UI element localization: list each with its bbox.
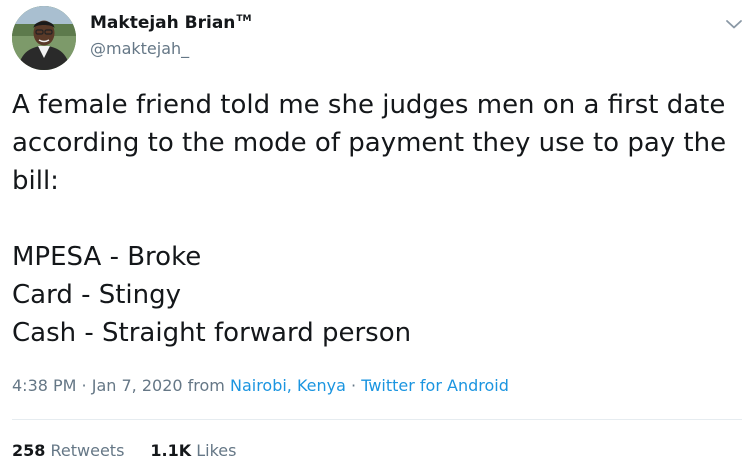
retweets-count: 258 — [12, 441, 46, 460]
tweet-source-link[interactable]: Twitter for Android — [361, 376, 509, 395]
meta-separator: · — [76, 376, 92, 395]
likes-count: 1.1K — [150, 441, 192, 460]
tweet-card: Maktejah BrianTM @maktejah_ A female fri… — [0, 0, 754, 469]
author-name-text: Maktejah Brian — [90, 13, 236, 33]
tweet-text: A female friend told me she judges men o… — [12, 90, 727, 348]
tweet-stats: 258 Retweets 1.1K Likes — [12, 441, 236, 460]
avatar-image — [12, 6, 76, 70]
retweets-label: Retweets — [50, 441, 125, 460]
divider — [12, 419, 742, 420]
likes-stat[interactable]: 1.1K Likes — [150, 441, 236, 460]
tweet-meta: 4:38 PM · Jan 7, 2020 from Nairobi, Keny… — [12, 376, 509, 395]
from-label: from — [182, 376, 230, 395]
tweet-location-link[interactable]: Nairobi, Kenya — [230, 376, 346, 395]
meta-separator: · — [345, 376, 362, 395]
trademark-mark: TM — [236, 14, 252, 24]
likes-label: Likes — [196, 441, 237, 460]
chevron-down-icon[interactable] — [722, 12, 746, 36]
retweets-stat[interactable]: 258 Retweets — [12, 441, 124, 460]
tweet-time[interactable]: 4:38 PM — [12, 376, 76, 395]
avatar[interactable] — [12, 6, 76, 70]
author-name[interactable]: Maktejah BrianTM — [90, 13, 252, 33]
tweet-date[interactable]: Jan 7, 2020 — [92, 376, 183, 395]
author-handle[interactable]: @maktejah_ — [90, 39, 189, 58]
